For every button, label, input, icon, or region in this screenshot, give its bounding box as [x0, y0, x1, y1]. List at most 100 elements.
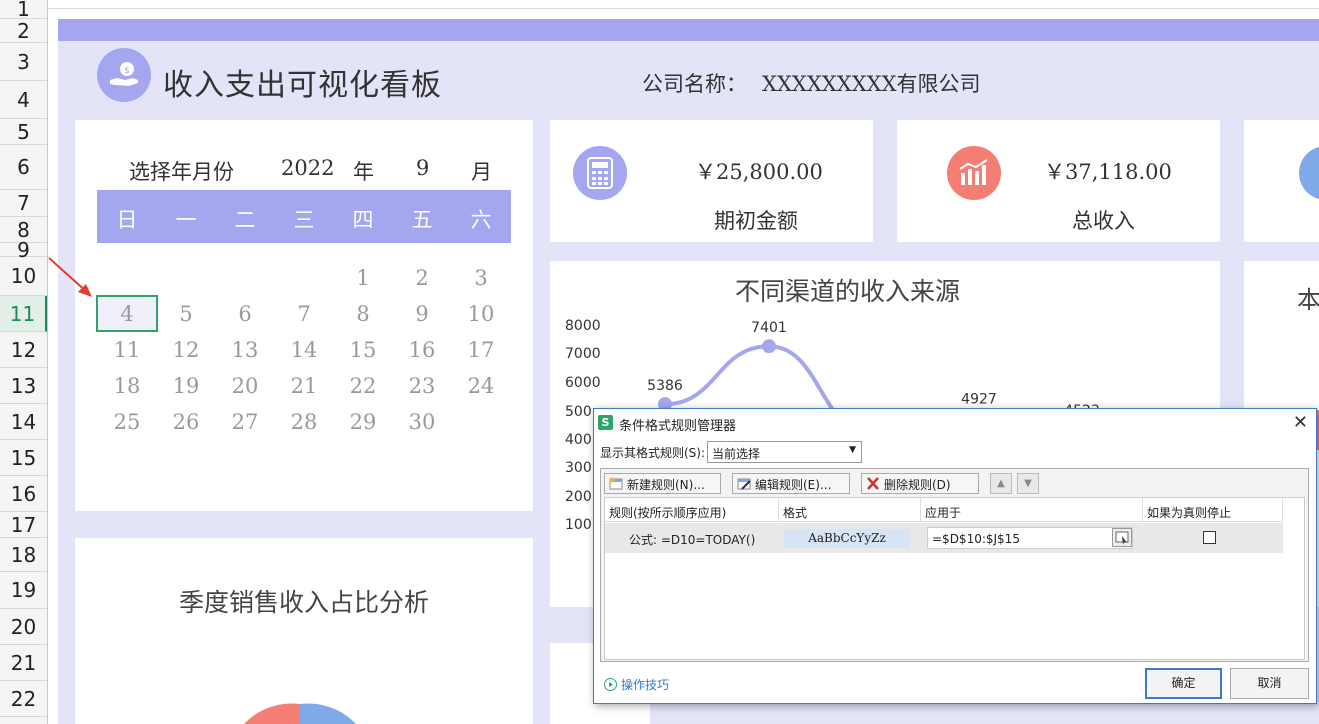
rule-row[interactable]: 公式: =D10=TODAY() AaBbCcYyZz =$D$10:$J$15 [605, 523, 1283, 553]
delete-rule-button[interactable]: 删除规则(D) [861, 473, 979, 494]
move-up-icon: ▲ [990, 473, 1012, 494]
right-card-title-partial: 本 [1297, 286, 1319, 314]
weekday-6: 六 [470, 208, 492, 232]
row-header-10[interactable]: 10 [0, 257, 47, 296]
calendar-day[interactable]: 12 [156, 338, 216, 362]
row-header-20[interactable]: 20 [0, 609, 47, 645]
cancel-button[interactable]: 取消 [1230, 668, 1309, 699]
calendar-day[interactable]: 17 [451, 338, 511, 362]
row-header: 1 2 3 4 5 6 7 8 9 10 11 12 13 14 15 16 17 18 19 20 21 22 [0, 0, 48, 724]
stop-if-true-checkbox[interactable] [1203, 531, 1216, 544]
bar-chart-icon [947, 146, 1001, 200]
calendar-day[interactable]: 1 [333, 266, 393, 290]
money-hand-icon: $ [97, 48, 151, 102]
column-header-rule: 规则(按所示顺序应用) [605, 498, 779, 522]
opening-balance-label: 期初金额 [714, 209, 798, 233]
calendar-day[interactable]: 6 [215, 302, 275, 326]
calendar-day[interactable]: 8 [333, 302, 393, 326]
row-header-5[interactable]: 5 [0, 119, 47, 145]
row-header-12[interactable]: 12 [0, 332, 47, 368]
calendar-day[interactable]: 24 [451, 374, 511, 398]
new-rule-button[interactable]: 新建规则(N)... [604, 473, 721, 494]
calendar-day[interactable]: 7 [274, 302, 334, 326]
calendar-day[interactable]: 22 [333, 374, 393, 398]
calendar-day[interactable]: 16 [392, 338, 452, 362]
conditional-format-dialog[interactable]: S 条件格式规则管理器 ✕ 显示其格式规则(S): 当前选择 ▼ 新建规则(N)… [593, 408, 1317, 704]
play-icon [604, 678, 617, 691]
row-header-21[interactable]: 21 [0, 645, 47, 681]
calendar-day[interactable]: 14 [274, 338, 334, 362]
year-unit: 年 [353, 160, 374, 184]
row-header-15[interactable]: 15 [0, 440, 47, 476]
rules-panel: 新建规则(N)... 编辑规则(E)... 删除规则(D) ▲ ▼ 规则(按所示… [600, 468, 1309, 662]
range-select-icon[interactable] [1112, 528, 1132, 547]
calendar-day[interactable]: 21 [274, 374, 334, 398]
year-value[interactable]: 2022 [281, 156, 334, 180]
calendar-day[interactable]: 25 [97, 410, 157, 434]
ok-button[interactable]: 确定 [1145, 668, 1222, 699]
calendar-day[interactable]: 27 [215, 410, 275, 434]
applies-to-input[interactable]: =$D$10:$J$15 [927, 527, 1133, 549]
row-header-9[interactable]: 9 [0, 238, 47, 262]
month-value[interactable]: 9 [416, 156, 429, 180]
calendar-day[interactable]: 23 [392, 374, 452, 398]
calendar-day-today[interactable]: 4 [97, 302, 157, 326]
calendar-day[interactable]: 2 [392, 266, 452, 290]
edit-rule-button[interactable]: 编辑规则(E)... [732, 473, 850, 494]
calendar-day[interactable]: 13 [215, 338, 275, 362]
row-header-22[interactable]: 22 [0, 681, 47, 717]
row-header-11[interactable]: 11 [0, 296, 47, 332]
pie-slice-left [244, 703, 300, 724]
calendar-day[interactable]: 11 [97, 338, 157, 362]
show-rules-value: 当前选择 [712, 447, 761, 461]
column-header-stop-if-true: 如果为真则停止 [1143, 498, 1283, 522]
dialog-title: 条件格式规则管理器 [619, 419, 737, 434]
format-preview: AaBbCcYyZz [784, 529, 910, 548]
row-header-17[interactable]: 17 [0, 512, 47, 538]
rule-formula: 公式: =D10=TODAY() [629, 533, 756, 547]
calendar-day[interactable]: 26 [156, 410, 216, 434]
row-header-19[interactable]: 19 [0, 572, 47, 609]
calendar-day[interactable]: 3 [451, 266, 511, 290]
calendar-day[interactable]: 15 [333, 338, 393, 362]
row-header-1[interactable]: 1 [0, 0, 47, 21]
row-header-13[interactable]: 13 [0, 368, 47, 404]
total-income-value: ￥37,118.00 [1044, 160, 1172, 184]
calendar-day[interactable]: 5 [156, 302, 216, 326]
calendar-day[interactable]: 30 [392, 410, 452, 434]
row-header-18[interactable]: 18 [0, 538, 47, 572]
row-header-6[interactable]: 6 [0, 145, 47, 190]
app-icon: S [598, 415, 613, 430]
row-header-16[interactable]: 16 [0, 476, 47, 512]
calendar-day[interactable]: 19 [156, 374, 216, 398]
select-year-month-label: 选择年月份 [129, 160, 234, 184]
row-header-7[interactable]: 7 [0, 190, 47, 217]
weekday-2: 二 [234, 208, 256, 232]
calendar-day[interactable]: 9 [392, 302, 452, 326]
tips-link[interactable]: 操作技巧 [604, 676, 669, 693]
weekday-4: 四 [352, 208, 374, 232]
dialog-titlebar[interactable]: S 条件格式规则管理器 ✕ [594, 409, 1316, 437]
calendar-day[interactable]: 29 [333, 410, 393, 434]
calculator-icon [573, 146, 627, 200]
data-point [762, 339, 776, 354]
calendar-day[interactable]: 10 [451, 302, 511, 326]
opening-balance-value: ￥25,800.00 [695, 160, 823, 184]
row-header-2[interactable]: 2 [0, 19, 47, 43]
data-label: 4927 [961, 391, 997, 407]
row-header-4[interactable]: 4 [0, 81, 47, 119]
row-header-14[interactable]: 14 [0, 404, 47, 440]
data-label: 7401 [751, 320, 787, 336]
calendar-day[interactable]: 20 [215, 374, 275, 398]
calendar-day[interactable]: 28 [274, 410, 334, 434]
svg-text:$: $ [124, 66, 130, 76]
company-label: 公司名称： [642, 72, 747, 96]
row-header-3[interactable]: 3 [0, 43, 47, 81]
close-icon[interactable]: ✕ [1293, 412, 1308, 433]
calendar-day[interactable]: 18 [97, 374, 157, 398]
grid-top-row [48, 0, 1319, 9]
show-rules-dropdown[interactable]: 当前选择 ▼ [707, 441, 862, 463]
tips-label: 操作技巧 [621, 678, 670, 692]
pie-chart-title: 季度销售收入占比分析 [179, 588, 430, 617]
pie-slice-right [300, 703, 356, 724]
